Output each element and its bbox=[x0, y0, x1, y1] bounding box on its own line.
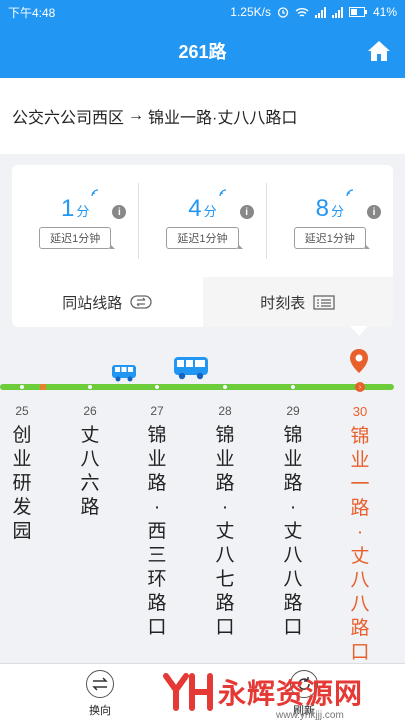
delay-badge: 延迟1分钟 bbox=[39, 227, 116, 249]
battery-level: 41% bbox=[372, 5, 397, 19]
status-bar: 下午4:48 1.25K/s 41% bbox=[0, 0, 405, 24]
tab-label: 同站线路 bbox=[62, 294, 123, 312]
station-number: 26 bbox=[83, 404, 97, 418]
wifi-icon bbox=[295, 7, 309, 17]
list-icon bbox=[313, 294, 335, 310]
arrival-item[interactable]: 4 分 i 延迟1分钟 bbox=[138, 183, 265, 259]
current-station-marker: › bbox=[355, 382, 365, 392]
route-destination: 锦业一路·丈八八路口 bbox=[148, 110, 298, 127]
title-bar: 261路 bbox=[0, 24, 405, 78]
status-time: 下午4:48 bbox=[8, 5, 56, 20]
station-name: 创业研发园 bbox=[12, 425, 32, 542]
traffic-segment bbox=[40, 384, 46, 390]
arrival-minutes: 1 bbox=[60, 195, 75, 222]
home-button[interactable] bbox=[365, 37, 393, 65]
station-name: 丈八六路 bbox=[80, 425, 100, 518]
watermark: 永辉资源网 www.yhkjjj.com bbox=[162, 672, 364, 720]
bus-icon[interactable] bbox=[173, 356, 209, 380]
station-item[interactable]: 25 创业研发园 bbox=[10, 404, 34, 544]
station-number: 27 bbox=[150, 404, 164, 418]
station-item[interactable]: 29 锦业路·丈八八路口 bbox=[281, 404, 305, 640]
alarm-icon bbox=[277, 7, 289, 18]
watermark-url: www.yhkjjj.com bbox=[276, 710, 344, 720]
tab-label: 时刻表 bbox=[260, 294, 306, 312]
route-track: › bbox=[0, 382, 394, 392]
tab-same-station-lines[interactable]: 同站线路 bbox=[12, 277, 203, 327]
info-icon[interactable]: i bbox=[239, 205, 254, 219]
arrival-unit: 分 bbox=[76, 204, 90, 219]
station-number: 28 bbox=[218, 404, 232, 418]
arrival-item[interactable]: 1 分 i 延迟1分钟 bbox=[12, 165, 138, 277]
arrival-unit: 分 bbox=[203, 204, 217, 219]
station-number: 30 bbox=[352, 404, 368, 419]
station-name: 锦业路·丈八七路口 bbox=[215, 425, 235, 638]
swap-icon bbox=[92, 677, 108, 691]
station-name: 锦业路·西三环路口 bbox=[147, 425, 167, 638]
network-speed: 1.25K/s bbox=[230, 5, 271, 19]
station-item-current[interactable]: 30 锦业一路·丈八八路口 bbox=[348, 404, 372, 665]
realtime-signal-icon bbox=[219, 189, 226, 197]
delay-badge: 延迟1分钟 bbox=[293, 227, 371, 249]
arrival-card: 1 分 i 延迟1分钟 4 分 i 延迟1分钟 8 分 i 延迟1分钟 同站线路… bbox=[12, 165, 393, 327]
route-origin: 公交六公司西区 bbox=[12, 110, 125, 127]
home-icon bbox=[368, 41, 390, 61]
station-name: 锦业路·丈八八路口 bbox=[283, 425, 303, 638]
card-pointer bbox=[350, 326, 368, 336]
station-number: 25 bbox=[15, 404, 29, 418]
track-dot bbox=[88, 385, 92, 389]
station-item[interactable]: 28 锦业路·丈八七路口 bbox=[213, 404, 237, 640]
signal-icon-2 bbox=[331, 6, 343, 18]
battery-icon bbox=[348, 7, 367, 17]
arrival-minutes: 4 bbox=[188, 195, 202, 222]
swap-direction-button[interactable]: 换向 bbox=[86, 670, 114, 718]
track-dot bbox=[20, 385, 24, 389]
page-title: 261路 bbox=[178, 42, 227, 62]
tab-timetable[interactable]: 时刻表 bbox=[202, 277, 393, 327]
location-pin-icon bbox=[350, 349, 368, 373]
route-switch-icon bbox=[130, 295, 152, 309]
watermark-logo-icon bbox=[163, 673, 213, 711]
arrival-item[interactable]: 8 分 i 延迟1分钟 bbox=[265, 183, 393, 259]
realtime-signal-icon bbox=[91, 189, 99, 197]
info-icon[interactable]: i bbox=[112, 205, 127, 219]
track-dot bbox=[223, 385, 227, 389]
signal-icon bbox=[314, 6, 326, 18]
track-dot bbox=[155, 385, 159, 389]
arrival-unit: 分 bbox=[330, 204, 344, 219]
station-item[interactable]: 27 锦业路·西三环路口 bbox=[145, 404, 169, 640]
station-item[interactable]: 26 丈八六路 bbox=[78, 404, 102, 520]
route-arrow: → bbox=[128, 107, 145, 124]
realtime-signal-icon bbox=[346, 189, 354, 197]
delay-badge: 延迟1分钟 bbox=[166, 227, 243, 249]
route-header: 公交六公司西区 → 锦业一路·丈八八路口 bbox=[0, 78, 405, 154]
arrival-minutes: 8 bbox=[315, 195, 329, 222]
tab-bar: 同站线路 时刻表 bbox=[12, 277, 393, 327]
info-icon[interactable]: i bbox=[366, 205, 381, 219]
swap-label: 换向 bbox=[89, 705, 111, 717]
station-name: 锦业一路·丈八八路口 bbox=[350, 426, 370, 663]
station-number: 29 bbox=[286, 404, 300, 418]
watermark-text: 永辉资源网 bbox=[218, 678, 364, 709]
track-dot bbox=[291, 385, 295, 389]
bus-icon[interactable] bbox=[111, 364, 137, 382]
